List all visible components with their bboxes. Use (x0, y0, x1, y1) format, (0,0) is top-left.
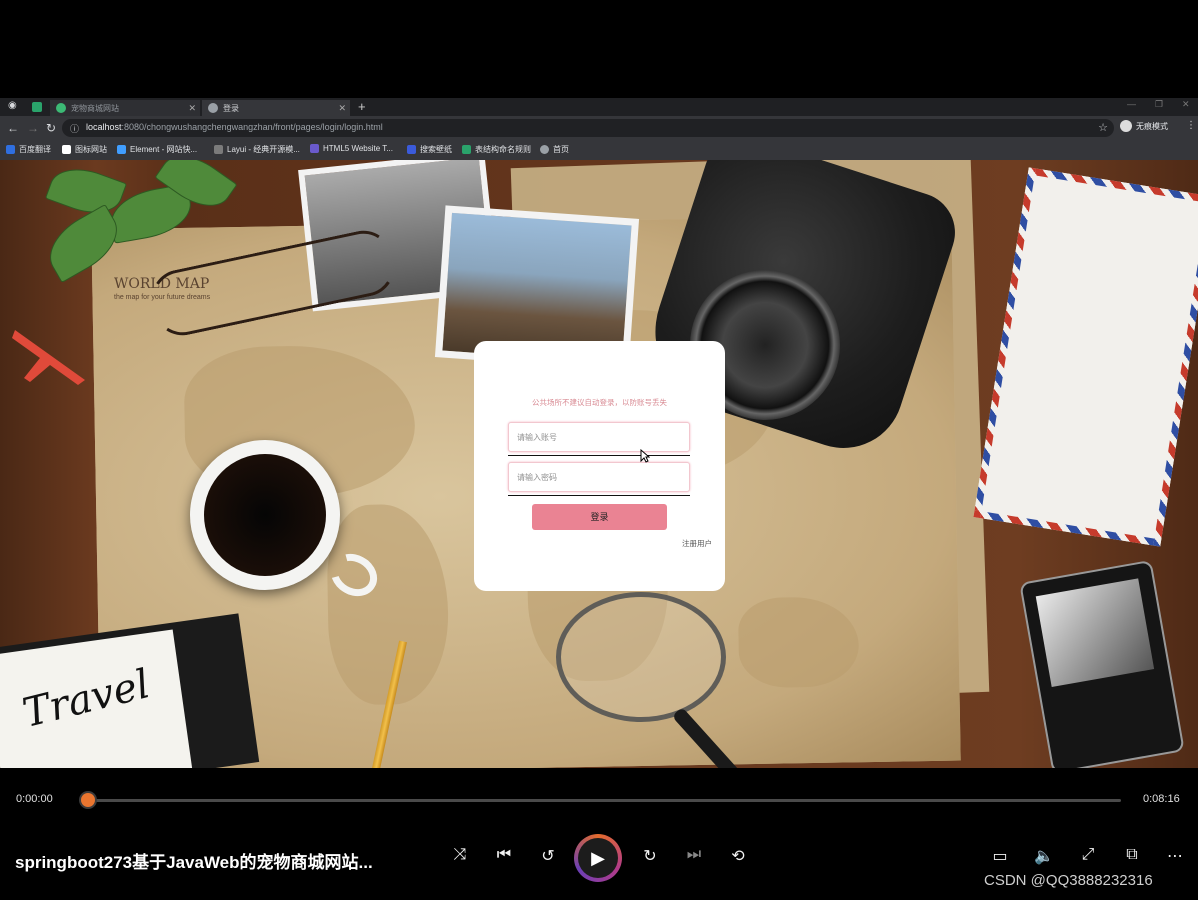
username-field[interactable]: 请输入账号 (508, 422, 690, 456)
toy-plane-image (12, 330, 85, 385)
volume-icon[interactable]: 🔈 (1031, 846, 1057, 866)
skip-previous-icon[interactable]: ⏮ (491, 846, 517, 864)
csdn-watermark: CSDN @QQ3888232316 (984, 872, 1153, 889)
envelope-image (973, 167, 1198, 547)
window-close-icon[interactable]: ✕ (1182, 99, 1190, 110)
login-card: 公共场所不建议自动登录，以防账号丢失 请输入账号 请输入密码 登录 注册用户 (474, 341, 725, 591)
login-page-background: WORLD MAP the map for your future dreams… (0, 160, 1198, 768)
login-notice: 公共场所不建议自动登录，以防账号丢失 (532, 398, 667, 407)
mouse-cursor-icon (640, 449, 650, 463)
address-row: ← → ↻ ⓘ localhost:8080/chongwushangcheng… (0, 116, 1198, 140)
pinned-tab-icon[interactable] (32, 102, 42, 112)
total-time: 0:08:16 (1143, 793, 1180, 805)
password-field[interactable]: 请输入密码 (508, 462, 690, 496)
tab-bar: ◉ 宠物商城网站 ✕ 登录 ✕ + — ❐ ✕ (0, 98, 1198, 116)
globe-icon (208, 103, 218, 113)
plant-image (10, 160, 238, 284)
coffee-cup-image (190, 440, 340, 590)
back-icon[interactable]: ← (7, 121, 19, 135)
magnifier-image (556, 592, 726, 722)
layui-icon (214, 145, 223, 154)
forward-30-icon[interactable]: ↻ (637, 846, 663, 866)
incognito-icon (1120, 120, 1132, 132)
seek-handle[interactable] (81, 793, 95, 807)
bookmark-item[interactable]: 百度翻译 (6, 144, 51, 155)
play-button[interactable]: ▶ (574, 834, 622, 882)
password-input[interactable]: 请输入密码 (508, 462, 690, 492)
fullscreen-icon[interactable]: ⤢ (1075, 846, 1101, 864)
bookmarks-bar: 百度翻译 图标网站 Element - 网站快... Layui - 经典开源模… (0, 140, 1198, 160)
browser-chrome: ◉ 宠物商城网站 ✕ 登录 ✕ + — ❐ ✕ ← → ↻ ⓘ localhos… (0, 98, 1198, 160)
current-time: 0:00:00 (16, 793, 53, 805)
url-text: localhost:8080/chongwushangchengwangzhan… (86, 122, 383, 132)
html5-icon (310, 144, 319, 153)
play-icon: ▶ (578, 838, 618, 878)
maximize-icon[interactable]: ❐ (1155, 99, 1163, 110)
table-icon (462, 145, 471, 154)
phone-image (1019, 559, 1185, 768)
password-placeholder: 请输入密码 (517, 473, 557, 482)
username-input[interactable]: 请输入账号 (508, 422, 690, 452)
seek-bar[interactable] (88, 799, 1121, 802)
vue-icon (56, 103, 66, 113)
skip-next-icon[interactable]: ⏭ (681, 846, 707, 864)
username-placeholder: 请输入账号 (517, 433, 557, 442)
bookmark-star-icon[interactable]: ☆ (1098, 121, 1108, 134)
miniplayer-icon[interactable]: ⧉ (1119, 846, 1145, 864)
forward-icon[interactable]: → (27, 121, 39, 135)
close-icon[interactable]: ✕ (338, 103, 346, 114)
globe-icon (540, 145, 549, 154)
register-link[interactable]: 注册用户 (682, 538, 712, 549)
reload-icon[interactable]: ↻ (46, 121, 56, 135)
element-icon (117, 145, 126, 154)
shuffle-icon[interactable]: ⤨ (447, 846, 473, 864)
browser-menu-icon[interactable]: ◉ (8, 100, 17, 111)
bookmark-item[interactable]: 搜索壁纸 (407, 144, 452, 155)
subtitles-icon[interactable]: ▭ (987, 846, 1013, 866)
bookmark-item[interactable]: 图标网站 (62, 144, 107, 155)
bookmark-item[interactable]: Layui - 经典开源模... (214, 144, 300, 155)
address-bar[interactable]: ⓘ localhost:8080/chongwushangchengwangzh… (62, 119, 1114, 137)
media-player: 0:00:00 0:08:16 springboot273基于JavaWeb的宠… (0, 768, 1198, 900)
close-icon[interactable]: ✕ (188, 103, 196, 114)
bookmark-item[interactable]: 表结构命名规则 (462, 144, 531, 155)
repeat-icon[interactable]: ⟲ (725, 846, 751, 866)
bookmark-item[interactable]: 首页 (540, 144, 569, 155)
folder-icon (62, 145, 71, 154)
browser-more-icon[interactable]: ⋮ (1186, 120, 1196, 131)
login-button[interactable]: 登录 (532, 504, 667, 530)
profile-label: 无痕模式 (1136, 121, 1168, 131)
bookmark-item[interactable]: Element - 网站快... (117, 144, 197, 155)
baidu-translate-icon (6, 145, 15, 154)
username-underline (508, 455, 690, 456)
video-title: springboot273基于JavaWeb的宠物商城网站... (15, 853, 373, 872)
wallpaper-icon (407, 145, 416, 154)
rewind-10-icon[interactable]: ↺ (535, 846, 561, 866)
new-tab-icon[interactable]: + (358, 99, 366, 114)
bookmark-item[interactable]: HTML5 Website T... (310, 144, 393, 153)
tab-label: 登录 (223, 103, 239, 113)
tab-pet-shop[interactable]: 宠物商城网站 ✕ (50, 100, 200, 116)
tab-login[interactable]: 登录 ✕ (202, 100, 350, 116)
tab-label: 宠物商城网站 (71, 103, 119, 113)
more-icon[interactable]: ⋯ (1162, 846, 1188, 866)
password-underline (508, 495, 690, 496)
minimize-icon[interactable]: — (1127, 99, 1136, 109)
info-icon[interactable]: ⓘ (70, 122, 79, 135)
top-letterbox (0, 0, 1198, 98)
incognito-badge[interactable]: 无痕模式 (1120, 120, 1168, 132)
